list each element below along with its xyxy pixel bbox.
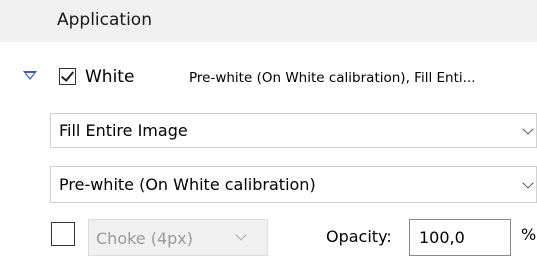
chevron-down-icon <box>522 177 534 189</box>
checkmark-icon <box>60 68 75 82</box>
opacity-input[interactable] <box>409 219 511 256</box>
choke-checkbox[interactable] <box>51 222 75 246</box>
expand-collapse-icon[interactable] <box>23 71 37 80</box>
fill-mode-select[interactable]: Fill Entire Image <box>50 113 537 148</box>
opacity-label: Opacity: <box>326 227 392 246</box>
prewhite-mode-value: Pre-white (On White calibration) <box>59 175 316 194</box>
section-header: Application <box>0 0 537 42</box>
white-label[interactable]: White <box>85 67 134 87</box>
white-checkbox[interactable] <box>59 68 76 85</box>
choke-select[interactable]: Choke (4px) <box>88 219 268 256</box>
chevron-down-icon <box>522 123 534 135</box>
fill-mode-value: Fill Entire Image <box>59 121 188 140</box>
chevron-down-icon <box>235 229 247 241</box>
application-panel: Application White Pre-white (On White ca… <box>0 0 537 261</box>
prewhite-mode-select[interactable]: Pre-white (On White calibration) <box>50 166 537 203</box>
white-summary-text: Pre-white (On White calibration), Fill E… <box>189 70 476 86</box>
opacity-unit: % <box>521 225 537 244</box>
section-title: Application <box>57 10 152 30</box>
choke-value: Choke (4px) <box>96 229 194 248</box>
